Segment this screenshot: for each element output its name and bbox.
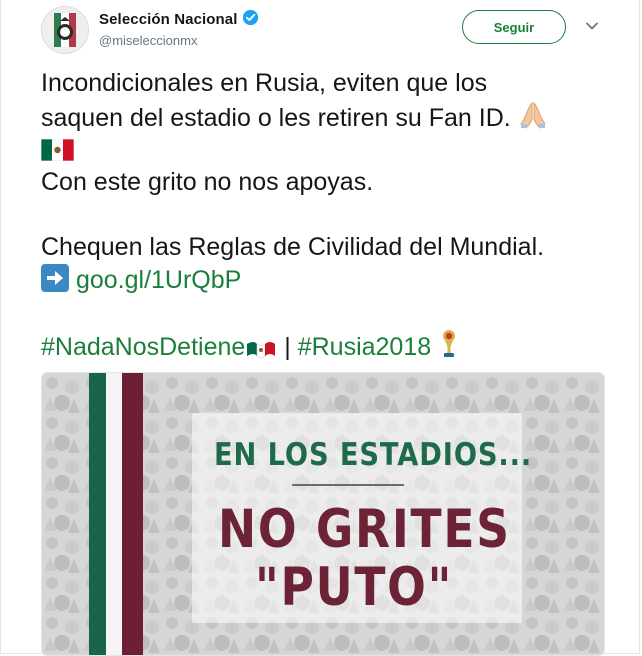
tweet-line-2: saquen del estadio o les retiren su Fan … — [41, 100, 621, 133]
image-divider — [292, 484, 404, 486]
verified-badge-icon — [242, 9, 259, 30]
tweet-image[interactable]: EN LOS ESTADIOS... NO GRITES "PUTO" — [41, 372, 605, 656]
praying-hands-icon — [518, 100, 548, 139]
image-main-line-2: "PUTO" — [255, 557, 454, 618]
mexico-crest-icon — [42, 7, 88, 53]
author-name[interactable]: Selección Nacional — [99, 11, 238, 28]
author-name-row[interactable]: Selección Nacional — [99, 9, 259, 30]
follow-button[interactable]: Seguir — [462, 10, 566, 44]
flag-stripe-red — [122, 373, 143, 655]
tweet-link[interactable]: goo.gl/1UrQbP — [76, 266, 241, 294]
chevron-down-icon[interactable] — [585, 19, 599, 33]
mexico-flag-wave-icon — [245, 335, 277, 368]
author-handle[interactable]: @miseleccionmx — [99, 33, 197, 48]
avatar[interactable] — [41, 6, 89, 54]
right-arrow-icon — [41, 264, 69, 301]
tweet-line-4: Chequen las Reglas de Civilidad del Mund… — [41, 233, 545, 261]
tweet-line-2-text: saquen del estadio o les retiren su Fan … — [41, 104, 511, 132]
hashtag-separator: | — [284, 333, 291, 361]
image-headline: EN LOS ESTADIOS... — [214, 437, 533, 473]
hashtag-rusia2018[interactable]: #Rusia2018 — [298, 333, 431, 361]
hashtag-row: #NadaNosDetiene | #Rusia2018 — [41, 329, 621, 362]
flag-stripe-white — [106, 373, 122, 655]
tweet-line-3: Con este grito no nos apoyas. — [41, 168, 374, 196]
tweet-text: Incondicionales en Rusia, eviten que los… — [40, 67, 621, 362]
hashtag-nadanosdetiene[interactable]: #NadaNosDetiene — [41, 333, 245, 361]
image-main-line-1: NO GRITES — [218, 499, 511, 560]
world-cup-trophy-icon — [438, 329, 460, 368]
flag-stripe-green — [89, 373, 106, 655]
link-row: goo.gl/1UrQbP — [41, 264, 621, 297]
tweet-line-1: Incondicionales en Rusia, eviten que los — [41, 69, 488, 97]
